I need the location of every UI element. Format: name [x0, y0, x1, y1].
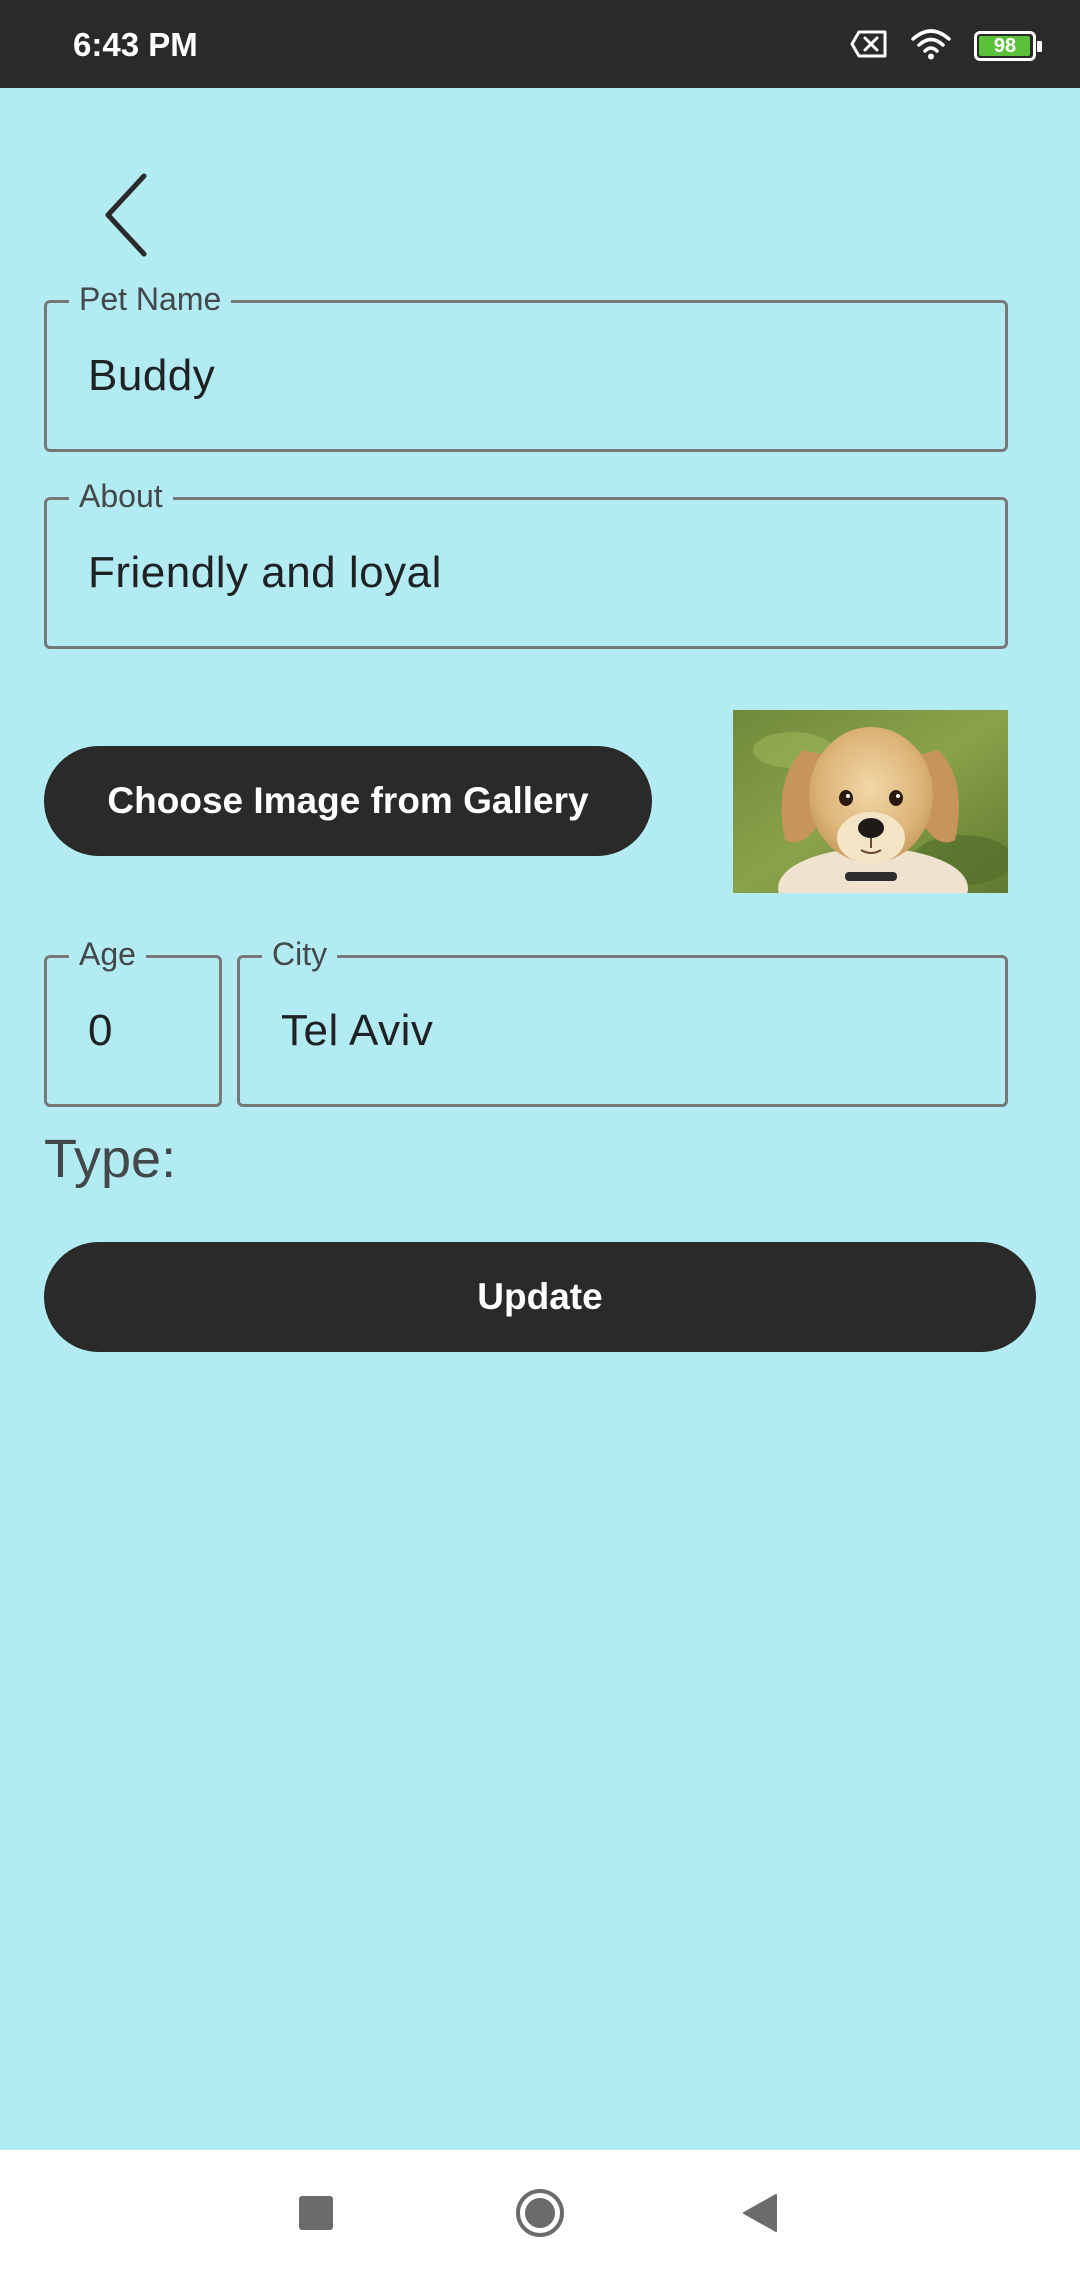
status-time: 6:43 PM — [73, 26, 198, 63]
status-bar: 6:43 PM 98 — [0, 0, 1080, 88]
about-field[interactable]: About Friendly and loyal — [44, 478, 1008, 649]
age-field[interactable]: Age 0 — [44, 936, 222, 1107]
about-value: Friendly and loyal — [88, 548, 442, 597]
wifi-icon — [910, 28, 952, 65]
about-label: About — [69, 478, 173, 514]
pet-name-field[interactable]: Pet Name Buddy — [44, 281, 1008, 452]
navigation-bar — [0, 2150, 1080, 2280]
age-value: 0 — [88, 1006, 113, 1055]
battery-percent: 98 — [993, 34, 1017, 57]
pet-image — [733, 710, 1008, 893]
battery-icon: 98 — [974, 31, 1042, 61]
recents-button[interactable] — [256, 2150, 376, 2280]
home-circle-icon — [514, 2187, 566, 2244]
age-label: Age — [69, 936, 146, 972]
status-icons: 98 — [850, 26, 1042, 66]
city-value: Tel Aviv — [281, 1006, 434, 1055]
pet-name-value: Buddy — [88, 351, 216, 400]
pet-name-label: Pet Name — [69, 281, 232, 317]
sim-off-icon — [850, 29, 888, 64]
choose-image-button[interactable]: Choose Image from Gallery — [44, 746, 652, 856]
update-button[interactable]: Update — [44, 1242, 1036, 1352]
recents-square-icon — [298, 2195, 334, 2236]
back-triangle-icon — [742, 2193, 778, 2238]
chevron-left-icon — [96, 173, 156, 264]
city-label: City — [262, 936, 338, 972]
type-label: Type: — [44, 1129, 177, 1189]
city-field[interactable]: City Tel Aviv — [237, 936, 1008, 1107]
back-button[interactable] — [96, 170, 156, 260]
home-button[interactable] — [480, 2150, 600, 2280]
back-nav-button[interactable] — [700, 2150, 820, 2280]
